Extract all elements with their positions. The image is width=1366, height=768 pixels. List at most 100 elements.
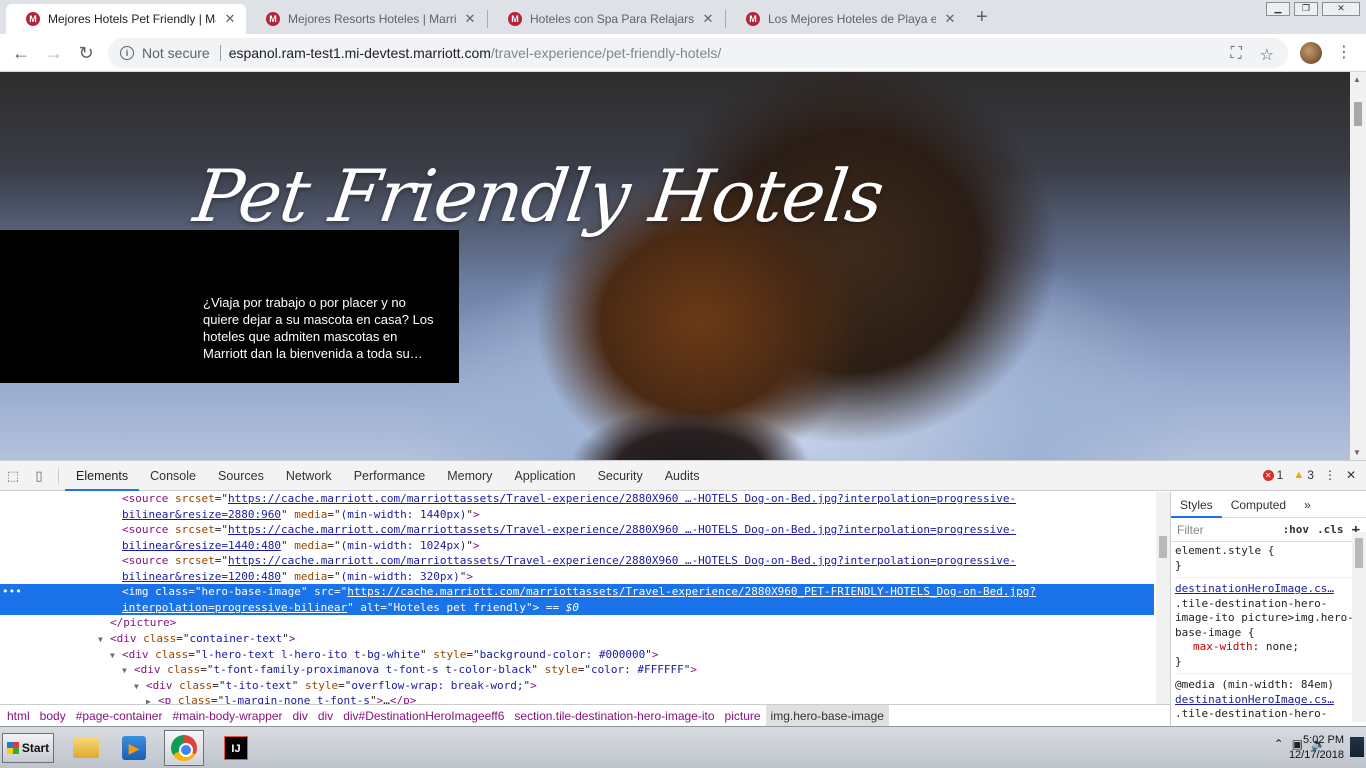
expand-triangle-icon[interactable]: ▼: [134, 679, 146, 694]
dom-node-source-cont[interactable]: bilinear&resize=1200:480" media="(min-wi…: [0, 569, 1154, 585]
breadcrumb-item[interactable]: body: [35, 709, 71, 723]
rule-source-link[interactable]: destinationHeroImage.cs…: [1175, 582, 1362, 597]
devtools-menu-icon[interactable]: ⋮: [1324, 468, 1336, 482]
elements-scrollbar[interactable]: [1156, 492, 1170, 704]
expand-triangle-icon[interactable]: ▼: [122, 663, 134, 678]
close-window-button[interactable]: ✕: [1322, 2, 1360, 16]
url-host[interactable]: espanol.ram-test1.mi-devtest.marriott.co…: [229, 45, 491, 61]
taskbar-chrome[interactable]: [164, 730, 204, 766]
srcset-link[interactable]: bilinear&resize=1440:480: [122, 539, 281, 552]
dom-node-picture-close[interactable]: </picture>: [0, 615, 1154, 631]
hov-toggle[interactable]: :hov: [1283, 523, 1310, 536]
scrollbar-thumb[interactable]: [1355, 538, 1363, 568]
tab-console[interactable]: Console: [139, 461, 207, 491]
style-rule-element[interactable]: element.style { }: [1175, 544, 1362, 578]
tab-elements[interactable]: Elements: [65, 461, 140, 491]
back-arrow-icon[interactable]: ←: [10, 42, 32, 64]
close-tab-icon[interactable]: ✕: [462, 11, 478, 27]
tab-application[interactable]: Application: [503, 461, 586, 491]
more-tabs-icon[interactable]: »: [1295, 492, 1320, 518]
new-tab-button[interactable]: +: [976, 6, 988, 29]
security-status[interactable]: Not secure: [142, 45, 210, 61]
tab-computed[interactable]: Computed: [1222, 492, 1295, 518]
breadcrumb-item[interactable]: div: [288, 709, 313, 723]
node-actions-icon[interactable]: •••: [2, 584, 22, 600]
maximize-button[interactable]: ❐: [1294, 2, 1318, 16]
breadcrumb-item-selected[interactable]: img.hero-base-image: [765, 705, 889, 727]
page-scrollbar[interactable]: ▲ ▼: [1350, 72, 1366, 460]
tab-styles[interactable]: Styles: [1171, 492, 1222, 518]
taskbar-explorer[interactable]: [66, 730, 106, 766]
scroll-down-icon[interactable]: ▼: [1353, 448, 1361, 457]
taskbar-media-player[interactable]: ▶: [114, 730, 154, 766]
browser-menu-icon[interactable]: ⋮: [1336, 42, 1352, 62]
profile-avatar[interactable]: [1300, 42, 1322, 64]
img-src-link[interactable]: https://cache.marriott.com/marriottasset…: [347, 585, 1036, 598]
elements-tree[interactable]: <source srcset="https://cache.marriott.c…: [0, 492, 1170, 704]
breadcrumb-item[interactable]: html: [2, 709, 35, 723]
start-button[interactable]: Start: [2, 733, 54, 763]
styles-filter-input[interactable]: Filter: [1177, 523, 1275, 537]
srcset-link[interactable]: https://cache.marriott.com/marriottasset…: [228, 492, 1016, 505]
rule-source-link[interactable]: destinationHeroImage.cs…: [1175, 693, 1362, 708]
inspect-element-icon[interactable]: ⬚: [0, 468, 26, 484]
error-count-badge[interactable]: ✕ 1: [1262, 468, 1283, 482]
scrollbar-thumb[interactable]: [1354, 102, 1362, 126]
tab-performance[interactable]: Performance: [343, 461, 437, 491]
rule-property[interactable]: max-width: [1193, 640, 1253, 653]
srcset-link[interactable]: https://cache.marriott.com/marriottasset…: [228, 554, 1016, 567]
dom-node-source[interactable]: <source srcset="https://cache.marriott.c…: [0, 522, 1154, 538]
breadcrumb-item[interactable]: #main-body-wrapper: [167, 709, 287, 723]
close-tab-icon[interactable]: ✕: [222, 11, 238, 27]
tab-memory[interactable]: Memory: [436, 461, 503, 491]
tab-sources[interactable]: Sources: [207, 461, 275, 491]
tab-beach[interactable]: M Los Mejores Hoteles de Playa en el M ✕: [726, 4, 966, 34]
minimize-button[interactable]: ▁: [1266, 2, 1290, 16]
reload-icon[interactable]: ↻: [75, 42, 97, 64]
dom-node-source-cont[interactable]: bilinear&resize=1440:480" media="(min-wi…: [0, 538, 1154, 554]
url-path[interactable]: /travel-experience/pet-friendly-hotels/: [491, 45, 721, 61]
tab-audits[interactable]: Audits: [654, 461, 711, 491]
breadcrumb-item[interactable]: div: [313, 709, 338, 723]
style-rule-media[interactable]: @media (min-width: 84em) destinationHero…: [1175, 678, 1362, 722]
dom-node-source-cont[interactable]: bilinear&resize=2880:960" media="(min-wi…: [0, 507, 1154, 523]
scroll-up-icon[interactable]: ▲: [1353, 75, 1361, 84]
breadcrumb-item[interactable]: #page-container: [71, 709, 168, 723]
tray-expand-icon[interactable]: ⌃: [1274, 737, 1284, 751]
close-tab-icon[interactable]: ✕: [700, 11, 716, 27]
close-devtools-icon[interactable]: ✕: [1346, 468, 1356, 482]
close-tab-icon[interactable]: ✕: [942, 11, 958, 27]
info-icon[interactable]: i: [120, 46, 134, 60]
img-src-link[interactable]: interpolation=progressive-bilinear: [122, 601, 347, 614]
dom-node-source[interactable]: <source srcset="https://cache.marriott.c…: [0, 492, 1154, 507]
dom-node-div[interactable]: ▼ <div class="t-font-family-proximanova t…: [0, 662, 1154, 678]
tab-resorts[interactable]: M Mejores Resorts Hoteles | Marriott In …: [246, 4, 486, 34]
breadcrumb-item[interactable]: section.tile-destination-hero-image-ito: [509, 709, 719, 723]
warning-count-badge[interactable]: ▲ 3: [1293, 468, 1314, 482]
dom-node-div[interactable]: ▼ <div class="container-text">: [0, 631, 1154, 647]
breadcrumb-item[interactable]: picture: [720, 709, 766, 723]
srcset-link[interactable]: bilinear&resize=2880:960: [122, 508, 281, 521]
srcset-link[interactable]: bilinear&resize=1200:480: [122, 570, 281, 583]
system-clock[interactable]: 5:02 PM 12/17/2018: [1289, 733, 1344, 763]
dom-node-p[interactable]: ▶ <p class="l-margin-none t-font-s">…</p>: [0, 693, 1154, 704]
translate-icon[interactable]: ⛶: [1230, 45, 1241, 65]
dom-node-source[interactable]: <source srcset="https://cache.marriott.c…: [0, 553, 1154, 569]
show-desktop-button[interactable]: [1350, 737, 1364, 757]
tab-pet-friendly[interactable]: M Mejores Hotels Pet Friendly | Marriott…: [6, 4, 246, 34]
scrollbar-thumb[interactable]: [1159, 536, 1167, 558]
tab-spa[interactable]: M Hoteles con Spa Para Relajarse | Ma ✕: [488, 4, 724, 34]
dom-node-img-selected[interactable]: ••• <img class="hero-base-image" src="ht…: [0, 584, 1154, 615]
device-toolbar-icon[interactable]: ▯: [26, 468, 52, 484]
forward-arrow-icon[interactable]: →: [43, 42, 65, 64]
expand-triangle-icon[interactable]: ▼: [98, 632, 110, 647]
bookmark-star-icon[interactable]: ☆: [1260, 45, 1274, 65]
breadcrumb-item[interactable]: div#DestinationHeroImageeff6: [338, 709, 509, 723]
collapse-triangle-icon[interactable]: ▶: [146, 694, 158, 704]
dom-node-div[interactable]: ▼ <div class="t-ito-text" style="overflow…: [0, 678, 1154, 694]
cls-toggle[interactable]: .cls: [1317, 523, 1344, 536]
tab-security[interactable]: Security: [587, 461, 654, 491]
dom-node-div[interactable]: ▼ <div class="l-hero-text l-hero-ito t-bg…: [0, 647, 1154, 663]
styles-scrollbar[interactable]: [1352, 532, 1366, 722]
expand-triangle-icon[interactable]: ▼: [110, 648, 122, 663]
